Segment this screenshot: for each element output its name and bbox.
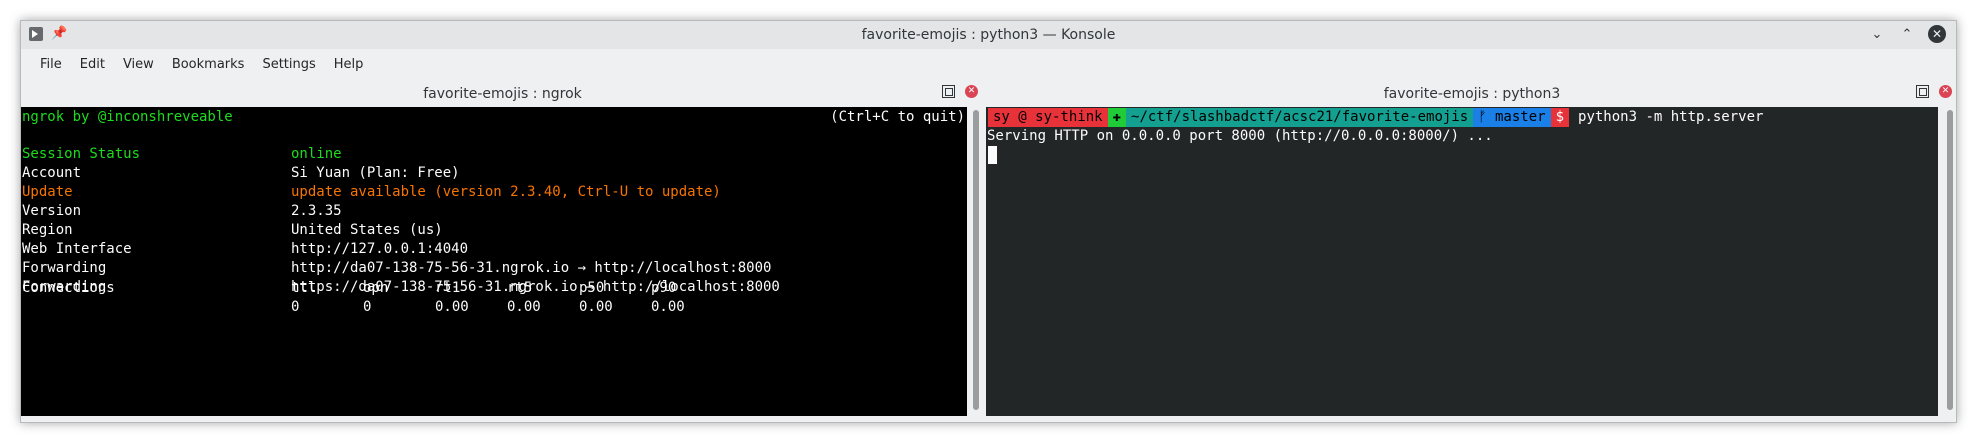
connections-label: Connections [22,280,115,296]
left-scrollbar[interactable] [968,107,984,416]
right-scrollbar[interactable] [1942,107,1956,416]
konsole-window: 📌 favorite-emojis : python3 — Konsole ⌄ … [20,20,1957,423]
status-value: http://127.0.0.1:4040 [291,241,469,257]
left-pane-title: favorite-emojis : ngrok [423,86,582,102]
status-key: Version [22,203,82,219]
connections-value: 0.00 [651,299,685,315]
connections-value: 0 [363,299,372,315]
close-pane-icon[interactable]: ✕ [1939,85,1952,98]
quit-hint: (Ctrl+C to quit) [830,109,965,125]
ngrok-terminal[interactable]: ngrok by @inconshreveable (Ctrl+C to qui… [21,107,967,416]
left-scroll-thumb[interactable] [973,110,979,410]
status-value: United States (us) [291,222,443,238]
menu-view[interactable]: View [114,53,163,76]
left-pane-header: favorite-emojis : ngrok ✕ [21,79,984,107]
connections-value: 0.00 [435,299,469,315]
ngrok-header-prefix: ngrok by [22,109,98,125]
menu-bookmarks[interactable]: Bookmarks [163,53,254,76]
maximize-pane-icon[interactable] [942,85,955,98]
connections-value: 0.00 [579,299,613,315]
window-title: favorite-emojis : python3 — Konsole [861,27,1116,43]
maximize-window-icon[interactable]: ⌃ [1898,25,1916,43]
text-cursor [988,146,997,164]
connections-header-rt5: rt5 [507,280,533,296]
close-pane-icon[interactable]: ✕ [965,85,978,98]
status-value: http://da07-138-75-56-31.ngrok.io → http… [291,260,772,276]
right-pane-header: favorite-emojis : python3 ✕ [986,79,1956,107]
status-key: Account [22,165,82,181]
connections-header-p50: p50 [579,280,605,296]
connections-value: 0.00 [507,299,541,315]
status-value: online [291,146,342,162]
right-pane-title: favorite-emojis : python3 [1383,86,1561,102]
python-terminal[interactable]: sy @ sy-think ✚ ~/ctf/slashbadctf/acsc21… [986,107,1938,416]
prompt-git-segment: ᚠ master [1473,108,1551,127]
shell-command: python3 -m http.server [1578,109,1764,125]
status-value: Si Yuan (Plan: Free) [291,165,460,181]
prompt-dollar-segment: $ [1550,108,1570,127]
status-key: Web Interface [22,241,132,257]
status-key: Session Status [22,146,141,162]
ngrok-header-author: @inconshreveable [97,109,233,125]
connections-header-ttl: ttl [291,280,317,296]
prompt-user-segment: sy @ sy-think [988,108,1108,127]
menu-bar: File Edit View Bookmarks Settings Help [21,49,1956,79]
right-pane: favorite-emojis : python3 ✕ sy @ sy-thin… [986,79,1956,422]
menu-help[interactable]: Help [325,53,373,76]
connections-header-p90: p90 [651,280,677,296]
ngrok-header-line: ngrok by @inconshreveable [22,108,233,127]
right-scroll-thumb[interactable] [1947,110,1953,410]
connections-header-opn: opn [363,280,389,296]
status-value: 2.3.35 [291,203,342,219]
prompt-status-segment: ✚ [1107,108,1127,127]
menu-file[interactable]: File [31,53,71,76]
left-pane: favorite-emojis : ngrok ✕ ngrok by @inco… [21,79,984,422]
maximize-pane-icon[interactable] [1916,85,1929,98]
connections-header-rt1: rt1 [435,280,461,296]
status-key: Region [22,222,73,238]
status-key: Update [22,184,73,200]
status-value: update available (version 2.3.40, Ctrl-U… [291,184,721,200]
shell-prompt: sy @ sy-think ✚ ~/ctf/slashbadctf/acsc21… [988,108,1763,127]
prompt-dir-segment: ~/ctf/slashbadctf/acsc21/favorite-emojis [1126,108,1474,127]
menu-settings[interactable]: Settings [253,53,324,76]
minimize-icon[interactable]: ⌄ [1868,25,1886,43]
close-icon[interactable]: ✕ [1928,25,1946,43]
server-output: Serving HTTP on 0.0.0.0 port 8000 (http:… [987,128,1493,144]
status-key: Forwarding [22,260,107,276]
title-bar[interactable]: 📌 favorite-emojis : python3 — Konsole ⌄ … [21,21,1956,49]
connections-value: 0 [291,299,300,315]
menu-edit[interactable]: Edit [71,53,114,76]
